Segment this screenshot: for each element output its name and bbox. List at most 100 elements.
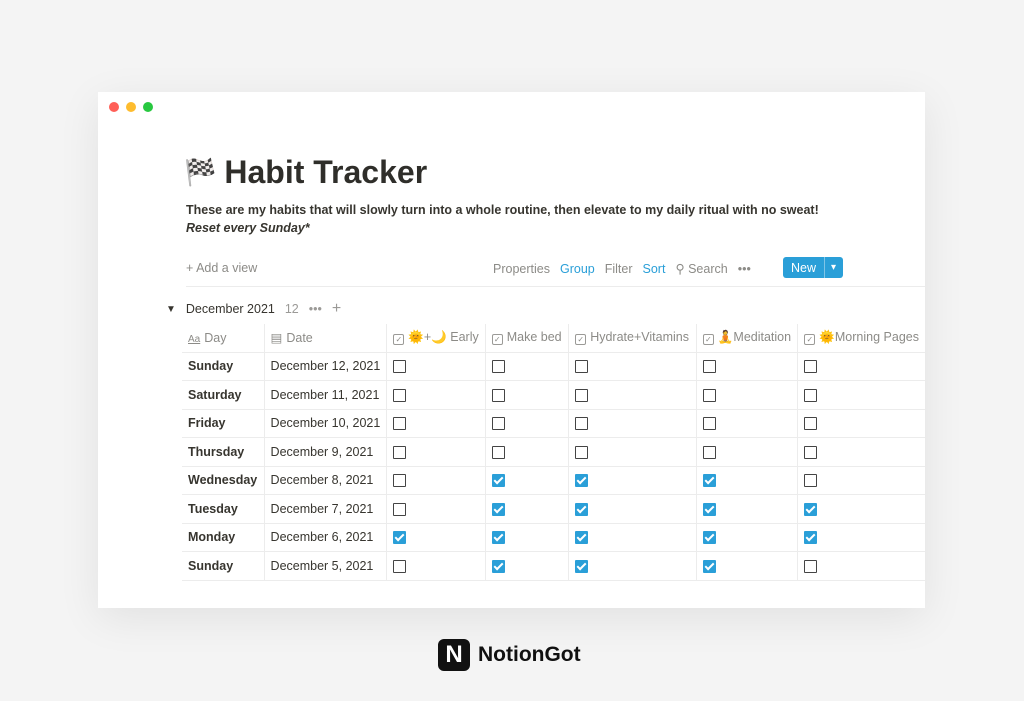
checkbox-cell (568, 465, 697, 495)
column-header[interactable]: ✓ 🌞Morning Pages (798, 324, 925, 352)
column-header[interactable]: ✓ Hydrate+Vitamins (568, 324, 697, 352)
unchecked-checkbox[interactable] (393, 388, 407, 402)
page-description: These are my habits that will slowly tur… (186, 203, 819, 217)
unchecked-checkbox[interactable] (491, 417, 505, 431)
checkbox-cell (386, 380, 486, 409)
day-cell[interactable]: Friday (182, 408, 265, 438)
unchecked-checkbox[interactable] (491, 388, 505, 402)
table-row: Sunday December 12, 2021 (182, 351, 925, 381)
table-row: Wednesday December 8, 2021 (182, 465, 925, 495)
checkbox-cell (568, 494, 697, 523)
sort-button[interactable]: Sort (643, 262, 666, 276)
date-cell[interactable]: December 9, 2021 (264, 437, 388, 466)
column-header[interactable]: ✓ 🌞+🌙 Early (386, 324, 486, 352)
column-header[interactable]: ▤ Date (264, 324, 388, 352)
checkbox-cell (386, 494, 486, 523)
checkbox-cell (485, 494, 570, 523)
checked-checkbox[interactable] (804, 531, 818, 545)
column-header[interactable]: Aa Day (182, 324, 265, 352)
unchecked-checkbox[interactable] (804, 445, 818, 459)
more-options-button[interactable]: ••• (738, 262, 751, 276)
minimize-window-button[interactable] (126, 102, 136, 112)
unchecked-checkbox[interactable] (393, 360, 407, 374)
unchecked-checkbox[interactable] (393, 559, 407, 573)
new-button[interactable]: New ▾ (783, 257, 843, 278)
unchecked-checkbox[interactable] (393, 502, 407, 516)
add-view-button[interactable]: + Add a view (186, 261, 257, 275)
group-add-button[interactable]: + (332, 300, 341, 318)
unchecked-checkbox[interactable] (804, 559, 818, 573)
checked-checkbox[interactable] (491, 531, 505, 545)
close-window-button[interactable] (109, 102, 119, 112)
date-cell[interactable]: December 10, 2021 (264, 408, 388, 438)
checked-checkbox[interactable] (702, 474, 716, 488)
date-cell[interactable]: December 11, 2021 (264, 380, 388, 409)
checked-checkbox[interactable] (575, 474, 589, 488)
checked-checkbox[interactable] (702, 531, 716, 545)
checked-checkbox[interactable] (702, 502, 716, 516)
filter-button[interactable]: Filter (605, 262, 633, 276)
unchecked-checkbox[interactable] (393, 417, 407, 431)
column-header[interactable]: ✓ 🧘Meditation (696, 324, 799, 352)
checked-checkbox[interactable] (491, 502, 505, 516)
checked-checkbox[interactable] (804, 502, 818, 516)
checked-checkbox[interactable] (575, 531, 589, 545)
page-note: Reset every Sunday* (186, 221, 310, 235)
checkered-flag-icon: 🏁 (184, 157, 217, 187)
unchecked-checkbox[interactable] (804, 417, 818, 431)
unchecked-checkbox[interactable] (393, 445, 407, 459)
checkbox-cell (568, 437, 697, 466)
unchecked-checkbox[interactable] (804, 474, 818, 488)
properties-button[interactable]: Properties (493, 262, 550, 276)
checkbox-cell (797, 494, 925, 523)
unchecked-checkbox[interactable] (702, 445, 716, 459)
maximize-window-button[interactable] (143, 102, 153, 112)
checked-checkbox[interactable] (491, 559, 505, 573)
column-label: 🌞Morning Pages (819, 330, 919, 345)
group-button[interactable]: Group (560, 262, 595, 276)
unchecked-checkbox[interactable] (702, 388, 716, 402)
unchecked-checkbox[interactable] (575, 445, 589, 459)
day-cell[interactable]: Tuesday (182, 494, 265, 523)
unchecked-checkbox[interactable] (575, 360, 589, 374)
day-cell[interactable]: Sunday (182, 551, 265, 581)
date-cell[interactable]: December 8, 2021 (264, 465, 388, 495)
search-button[interactable]: ⚲ Search (675, 261, 727, 276)
day-cell[interactable]: Thursday (182, 437, 265, 466)
unchecked-checkbox[interactable] (702, 417, 716, 431)
checked-checkbox[interactable] (491, 474, 505, 488)
unchecked-checkbox[interactable] (702, 360, 716, 374)
notiongot-logo-icon: N (438, 639, 470, 671)
group-more-button[interactable]: ••• (309, 302, 322, 316)
date-cell[interactable]: December 7, 2021 (264, 494, 388, 523)
day-cell[interactable]: Sunday (182, 351, 265, 381)
unchecked-checkbox[interactable] (575, 388, 589, 402)
column-header[interactable]: ✓ Make bed (485, 324, 570, 352)
day-cell[interactable]: Monday (182, 522, 265, 552)
checked-checkbox[interactable] (575, 559, 589, 573)
date-cell[interactable]: December 6, 2021 (264, 522, 388, 552)
unchecked-checkbox[interactable] (491, 360, 505, 374)
checkbox-cell (386, 551, 486, 581)
unchecked-checkbox[interactable] (393, 474, 407, 488)
text-property-icon: Aa (188, 333, 201, 345)
checked-checkbox[interactable] (702, 559, 716, 573)
unchecked-checkbox[interactable] (804, 388, 818, 402)
checkbox-cell (797, 351, 925, 381)
checkbox-cell (485, 380, 570, 409)
date-cell[interactable]: December 12, 2021 (264, 351, 388, 381)
checkbox-cell (797, 522, 925, 552)
day-cell[interactable]: Saturday (182, 380, 265, 409)
checkbox-cell (568, 408, 697, 438)
checkbox-cell (568, 351, 697, 381)
table-row: Monday December 6, 2021 (182, 522, 925, 552)
date-cell[interactable]: December 5, 2021 (264, 551, 388, 581)
day-cell[interactable]: Wednesday (182, 465, 265, 495)
checked-checkbox[interactable] (393, 531, 407, 545)
unchecked-checkbox[interactable] (491, 445, 505, 459)
chevron-down-icon[interactable]: ▾ (824, 257, 842, 278)
unchecked-checkbox[interactable] (804, 360, 818, 374)
checked-checkbox[interactable] (575, 502, 589, 516)
collapse-toggle-icon[interactable]: ▼ (166, 304, 176, 315)
unchecked-checkbox[interactable] (575, 417, 589, 431)
